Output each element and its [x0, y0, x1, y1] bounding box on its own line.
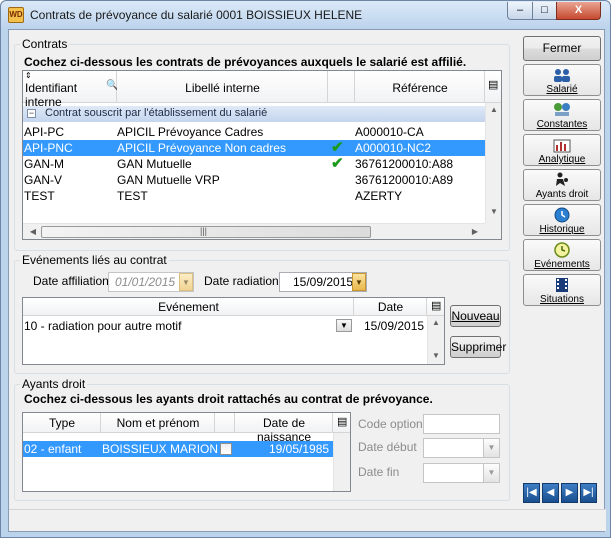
app-icon: WD	[8, 7, 24, 23]
evenements-button[interactable]: Evénements	[523, 239, 601, 271]
date-fin-field[interactable]: ▼	[423, 463, 500, 483]
first-record-icon[interactable]: |◀	[523, 483, 540, 503]
col-header-libelle[interactable]: Libellé interne	[117, 71, 328, 103]
contrats-table: ⇕ Identifiant interne 🔍 Libellé interne …	[22, 70, 502, 240]
scroll-corner	[485, 223, 501, 239]
previous-record-icon[interactable]: ◀	[542, 483, 559, 503]
supprimer-button[interactable]: Supprimer	[450, 336, 506, 358]
title-bar: WD Contrats de prévoyance du salarié 000…	[1, 1, 610, 29]
analytique-button[interactable]: Analytique	[523, 134, 601, 166]
salarie-button[interactable]: Salarié	[523, 64, 601, 96]
next-record-icon[interactable]: ▶	[561, 483, 578, 503]
code-option-field[interactable]	[423, 414, 500, 434]
table-row[interactable]: GAN-M GAN Mutuelle ✔ 36761200010:A88	[23, 154, 485, 172]
col-header-evenement[interactable]: Evénement	[23, 298, 354, 316]
row-checkbox[interactable]	[220, 443, 232, 455]
col-header-type[interactable]: Type	[23, 413, 101, 433]
scroll-down-icon[interactable]: ▼	[486, 207, 501, 216]
date-fin-label: Date fin	[358, 465, 400, 479]
ayants-instruction: Cochez ci-dessous les ayants droit ratta…	[24, 392, 433, 406]
sort-icon: ⇕	[25, 71, 32, 80]
table-row[interactable]: TEST TEST AZERTY	[23, 188, 485, 204]
col-header-reference[interactable]: Référence	[355, 71, 485, 103]
evenements-group-label: Evénements liés au contrat	[20, 253, 169, 267]
calendar-dropdown-icon[interactable]: ▼	[179, 273, 193, 291]
col-header-date[interactable]: Date	[354, 298, 427, 316]
vertical-scrollbar[interactable]: ▲ ▼	[485, 103, 501, 223]
scroll-thumb[interactable]: |||	[41, 226, 371, 238]
chart-icon	[553, 139, 571, 153]
date-affiliation-field[interactable]: 01/01/2015 ▼	[108, 272, 194, 292]
film-icon	[556, 278, 568, 292]
table-row-selected[interactable]: 02 - enfant BOISSIEUX MARION 19/05/1985	[23, 441, 333, 457]
date-debut-label: Date début	[358, 440, 417, 454]
column-chooser-icon[interactable]: ▤	[333, 413, 350, 433]
situations-button[interactable]: Situations	[523, 274, 601, 306]
col-header-check[interactable]	[328, 71, 355, 103]
table-row-selected[interactable]: API-PNC APICIL Prévoyance Non cadres ✔ A…	[23, 139, 485, 156]
column-chooser-icon[interactable]: ▤	[485, 71, 501, 103]
window-title: Contrats de prévoyance du salarié 0001 B…	[30, 8, 363, 22]
col-header-check[interactable]	[215, 413, 235, 433]
table-row[interactable]: GAN-V GAN Mutuelle VRP 36761200010:A89	[23, 172, 485, 188]
dropdown-icon[interactable]: ▼	[483, 439, 499, 457]
ayants-table: Type Nom et prénom Date de naissance ▤ 0…	[22, 412, 351, 492]
fermer-button[interactable]: Fermer	[523, 36, 601, 61]
minimize-button[interactable]: ‒	[507, 2, 533, 20]
col-header-identifiant[interactable]: ⇕ Identifiant interne 🔍	[23, 71, 118, 109]
dropdown-icon[interactable]: ▼	[336, 319, 352, 332]
date-affiliation-label: Date affiliation	[33, 274, 109, 288]
maximize-button[interactable]: □	[532, 2, 557, 20]
table-row[interactable]: 10 - radiation pour autre motif ▼ 15/09/…	[23, 318, 427, 334]
scroll-right-icon[interactable]: ▶	[467, 227, 483, 236]
scales-icon	[554, 103, 570, 116]
history-icon	[554, 242, 570, 258]
close-window-button[interactable]: X	[556, 2, 601, 20]
scroll-down-icon[interactable]: ▼	[428, 351, 444, 360]
table-row[interactable]: API-PC APICIL Prévoyance Cadres A000010-…	[23, 124, 485, 140]
clock-icon	[554, 207, 570, 223]
scroll-up-icon[interactable]: ▲	[428, 318, 444, 327]
ayants-droit-button[interactable]: Ayants droit	[523, 169, 601, 201]
last-record-icon[interactable]: ▶|	[580, 483, 597, 503]
vertical-scrollbar[interactable]	[333, 433, 350, 491]
ayants-group-label: Ayants droit	[20, 377, 88, 391]
collapse-icon[interactable]: −	[27, 109, 36, 118]
nouveau-button[interactable]: Nouveau	[450, 305, 501, 327]
vertical-scrollbar[interactable]: ▲ ▼	[427, 316, 444, 364]
client-area: Contrats Cochez ci-dessous les contrats …	[8, 29, 606, 532]
column-chooser-icon[interactable]: ▤	[427, 298, 444, 316]
col-header-date-naissance[interactable]: Date de naissance	[235, 413, 333, 444]
date-radiation-label: Date radiation	[204, 274, 279, 288]
constantes-button[interactable]: Constantes	[523, 99, 601, 131]
date-radiation-field[interactable]: 15/09/2015 ▼	[279, 272, 367, 292]
people-icon	[554, 69, 570, 82]
status-bar	[9, 509, 606, 531]
horizontal-scrollbar[interactable]: ◀ ||| ▶	[23, 223, 485, 239]
scroll-left-icon[interactable]: ◀	[25, 227, 41, 236]
group-row[interactable]: − Contrat souscrit par l'établissement d…	[23, 106, 485, 122]
contrats-instruction: Cochez ci-dessous les contrats de prévoy…	[24, 55, 467, 69]
col-header-nom[interactable]: Nom et prénom	[101, 413, 215, 433]
code-option-label: Code option	[358, 417, 423, 431]
family-icon	[556, 172, 568, 186]
check-icon[interactable]: ✔	[331, 154, 344, 172]
date-debut-field[interactable]: ▼	[423, 438, 500, 458]
scroll-up-icon[interactable]: ▲	[486, 105, 501, 114]
calendar-dropdown-icon[interactable]: ▼	[352, 273, 366, 291]
historique-button[interactable]: Historique	[523, 204, 601, 236]
dropdown-icon[interactable]: ▼	[483, 464, 499, 482]
contrats-group-label: Contrats	[20, 37, 70, 51]
window: WD Contrats de prévoyance du salarié 000…	[0, 0, 611, 538]
evenements-table: Evénement Date ▤ 10 - radiation pour aut…	[22, 297, 445, 365]
